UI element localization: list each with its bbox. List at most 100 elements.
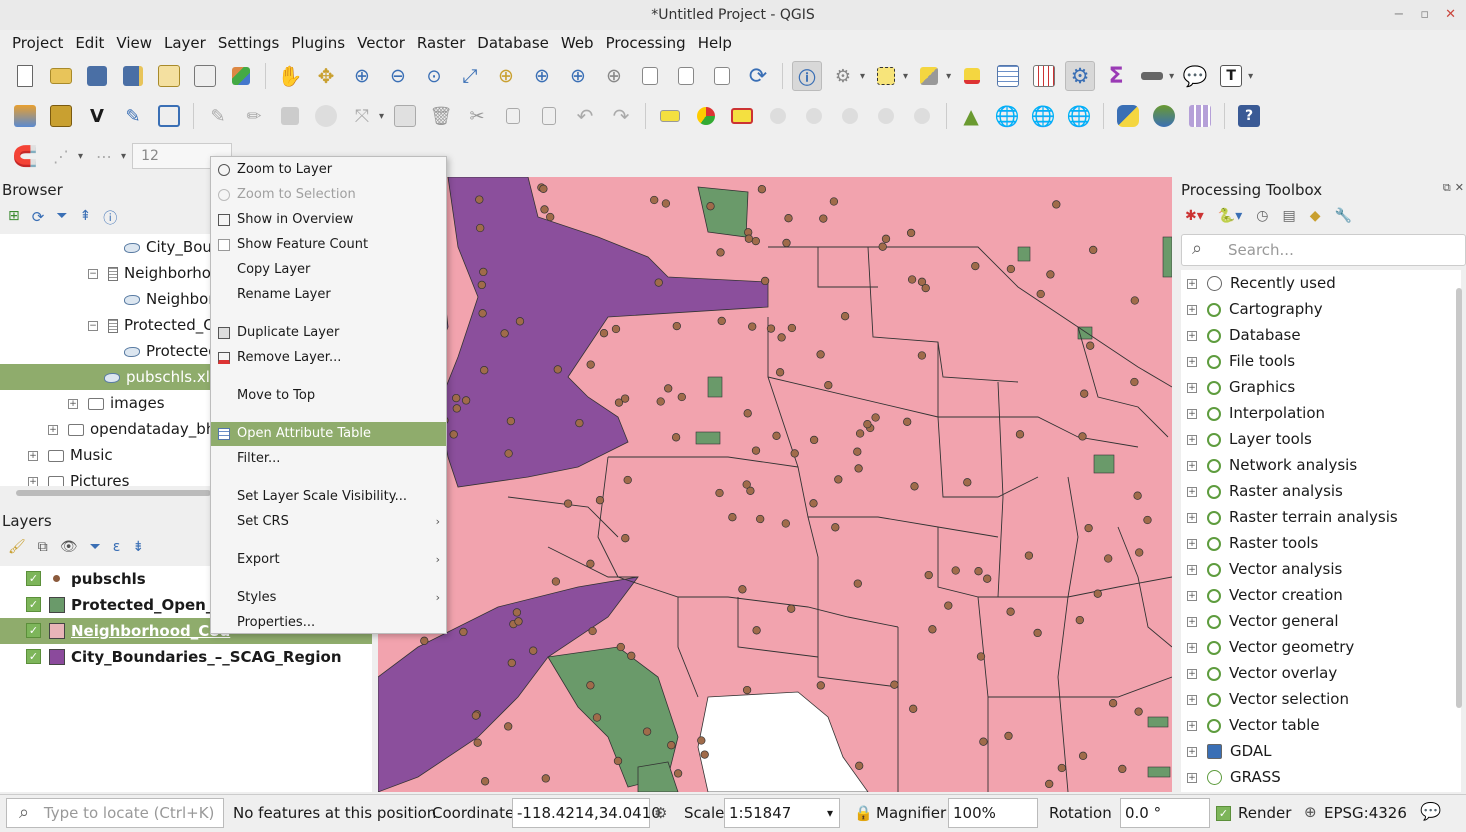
expand-icon[interactable]: +: [1187, 772, 1197, 783]
models-icon[interactable]: ✱▾: [1185, 208, 1204, 224]
menu-item-zoom-to-layer[interactable]: Zoom to Layer: [211, 158, 446, 182]
change-label-button[interactable]: [907, 101, 937, 131]
field-calculator-button[interactable]: [1029, 61, 1059, 91]
menu-item-export[interactable]: Export ›: [211, 548, 446, 572]
expand-icon[interactable]: +: [1187, 590, 1197, 601]
map-canvas[interactable]: [378, 177, 1172, 792]
expand-icon[interactable]: +: [1187, 460, 1197, 471]
select-by-expression-button[interactable]: [914, 61, 944, 91]
browser-item-neighborhood-group[interactable]: − Neighborho: [88, 260, 211, 286]
menu-view[interactable]: View: [110, 34, 158, 52]
layout-manager-button[interactable]: [190, 61, 220, 91]
snapping-mode-button[interactable]: ⋰: [46, 141, 76, 171]
menu-edit[interactable]: Edit: [69, 34, 110, 52]
zoom-last-button[interactable]: ⊕: [563, 61, 593, 91]
toolbox-item-graphics[interactable]: + Graphics: [1181, 374, 1451, 400]
processing-toolbox-button[interactable]: ⚙: [1065, 61, 1096, 91]
menu-web[interactable]: Web: [555, 34, 600, 52]
refresh-button[interactable]: ⟳: [743, 61, 773, 91]
chevron-down-icon[interactable]: ▾: [946, 71, 951, 82]
browser-item-pictures[interactable]: + Pictures: [28, 468, 129, 486]
collapse-icon[interactable]: −: [88, 268, 98, 279]
menu-item-show-in-overview[interactable]: Show in Overview: [211, 208, 446, 232]
toolbox-item-vector-general[interactable]: + Vector general: [1181, 608, 1451, 634]
layer-labeling-button[interactable]: [655, 101, 685, 131]
python-console-button[interactable]: [1113, 101, 1143, 131]
expand-icon[interactable]: +: [1187, 304, 1197, 315]
chevron-down-icon[interactable]: ▾: [860, 71, 865, 82]
expand-icon[interactable]: +: [28, 476, 38, 486]
menu-project[interactable]: Project: [6, 34, 69, 52]
expand-icon[interactable]: +: [68, 398, 78, 409]
modify-attributes-button[interactable]: [390, 101, 420, 131]
zoom-in-button[interactable]: ⊕: [347, 61, 377, 91]
edit-features-icon[interactable]: ◆: [1310, 208, 1321, 224]
toolbox-item-vector-geometry[interactable]: + Vector geometry: [1181, 634, 1451, 660]
toolbox-search-input[interactable]: ⌕ Search...: [1181, 234, 1466, 266]
maximize-button[interactable]: ▫: [1420, 0, 1429, 30]
new-geopackage-layer-button[interactable]: [46, 101, 76, 131]
history-icon[interactable]: ◷: [1256, 208, 1268, 224]
show-hide-labels-button[interactable]: [799, 101, 829, 131]
checkbox-icon[interactable]: [218, 239, 230, 251]
browser-scrollbar[interactable]: [16, 490, 211, 496]
scripts-icon[interactable]: 🐍▾: [1218, 208, 1242, 224]
expand-icon[interactable]: +: [1187, 486, 1197, 497]
expand-icon[interactable]: +: [1187, 408, 1197, 419]
expand-icon[interactable]: +: [1187, 434, 1197, 445]
menu-item-copy-layer[interactable]: Copy Layer: [211, 258, 446, 282]
info-icon[interactable]: ⓘ: [103, 208, 117, 228]
expand-icon[interactable]: +: [1187, 746, 1197, 757]
save-project-button[interactable]: [82, 61, 112, 91]
locator-search-input[interactable]: ⌕ Type to locate (Ctrl+K): [6, 798, 224, 828]
browser-item-music[interactable]: + Music: [28, 442, 113, 468]
style-manager-button[interactable]: [226, 61, 256, 91]
deselect-button[interactable]: [957, 61, 987, 91]
paste-features-button[interactable]: [534, 101, 564, 131]
menu-item-duplicate-layer[interactable]: Duplicate Layer: [211, 321, 446, 345]
toolbox-item-vector-analysis[interactable]: + Vector analysis: [1181, 556, 1451, 582]
metasearch-button[interactable]: 🌐: [1064, 101, 1094, 131]
expand-icon[interactable]: +: [1187, 278, 1197, 289]
rotate-label-button[interactable]: [871, 101, 901, 131]
browser-item-images[interactable]: + images: [68, 390, 165, 416]
toolbox-item-vector-selection[interactable]: + Vector selection: [1181, 686, 1451, 712]
undo-button[interactable]: ↶: [570, 101, 600, 131]
toggle-editing-button[interactable]: ✏: [239, 101, 269, 131]
measure-button[interactable]: [1137, 61, 1167, 91]
menu-help[interactable]: Help: [692, 34, 738, 52]
expand-icon[interactable]: +: [1187, 616, 1197, 627]
magnifier-spinbox[interactable]: 100%: [948, 798, 1038, 828]
pin-labels-button[interactable]: [763, 101, 793, 131]
toolbox-item-vector-table[interactable]: + Vector table: [1181, 712, 1451, 738]
move-label-button[interactable]: [835, 101, 865, 131]
rotation-spinbox[interactable]: 0.0 °: [1120, 798, 1210, 828]
crs-globe-icon[interactable]: ⊕: [1304, 803, 1317, 821]
zoom-native-button[interactable]: ⊙: [419, 61, 449, 91]
grid-plugin-button[interactable]: [1185, 101, 1215, 131]
run-action-button[interactable]: ⚙: [828, 61, 858, 91]
snapping-toggle-button[interactable]: 🧲: [10, 141, 40, 171]
close-icon[interactable]: ✕: [1455, 181, 1464, 195]
toolbox-item-vector-overlay[interactable]: + Vector overlay: [1181, 660, 1451, 686]
collapse-all-icon[interactable]: ⇞: [80, 208, 92, 228]
redo-button[interactable]: ↷: [606, 101, 636, 131]
layer-visibility-checkbox[interactable]: ✓: [26, 649, 41, 664]
data-source-manager-button[interactable]: [10, 101, 40, 131]
text-annotation-button[interactable]: T: [1216, 61, 1246, 91]
style-icon[interactable]: 🖌: [8, 539, 26, 555]
add-wms-layer-button[interactable]: 🌐: [992, 101, 1022, 131]
toolbox-item-cartography[interactable]: + Cartography: [1181, 296, 1451, 322]
chevron-down-icon[interactable]: ▾: [903, 71, 908, 82]
snapping-type-button[interactable]: ⋯: [89, 141, 119, 171]
menu-item-properties[interactable]: Properties...: [211, 611, 446, 635]
open-project-button[interactable]: [46, 61, 76, 91]
menu-item-open-attribute-table[interactable]: Open Attribute Table: [211, 422, 446, 446]
add-wfs-layer-button[interactable]: 🌐: [1028, 101, 1058, 131]
toolbox-item-raster-terrain[interactable]: + Raster terrain analysis: [1181, 504, 1451, 530]
attribute-table-button[interactable]: [993, 61, 1023, 91]
minimize-button[interactable]: −: [1393, 0, 1404, 30]
expand-all-icon[interactable]: ⇟: [132, 539, 144, 555]
browser-item-opendataday[interactable]: + opendataday_bh: [48, 416, 215, 442]
layer-row-city-boundaries[interactable]: ✓ City_Boundaries_–_SCAG_Region: [0, 644, 372, 670]
